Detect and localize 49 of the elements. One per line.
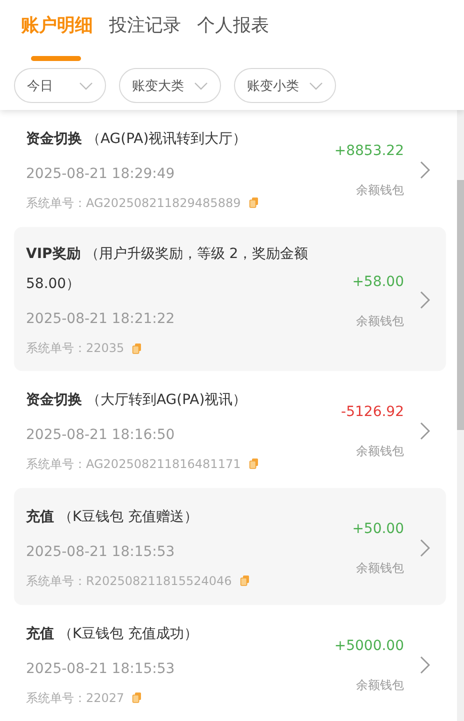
transaction-time: 2025-08-21 18:15:53 <box>26 660 176 678</box>
wallet-label: 余额钱包 <box>355 312 404 330</box>
chevron-right-icon <box>420 422 430 440</box>
amount: +50.00 <box>352 520 404 539</box>
transaction-time: 2025-08-21 18:15:53 <box>26 542 176 562</box>
chevron-right-icon <box>420 160 430 178</box>
wallet-label: 余额钱包 <box>355 443 404 460</box>
transaction-time: 2025-08-21 18:16:50 <box>26 426 176 444</box>
tab[interactable]: 投注记录 <box>109 13 181 57</box>
transaction-title: 充值 （K豆钱包 充值成功） <box>26 624 200 644</box>
chevron-right-icon <box>420 291 430 309</box>
order-number: 系统单号：AG202508211829485889 <box>26 194 241 212</box>
filter-dropdown[interactable]: 今日 <box>14 68 106 103</box>
copy-icon[interactable] <box>132 342 142 354</box>
copy-icon[interactable] <box>132 692 142 703</box>
scrollbar[interactable] <box>457 110 464 721</box>
transaction-card[interactable]: 资金切换 （AG(PA)视讯转到大厅） 2025-08-21 18:29:49 系统单号：AG202508211829485889 +8853.22 余额钱包 <box>14 110 446 227</box>
transaction-title: VIP奖励 （用户升级奖励，等级 2，奖励金额 58.00） <box>26 245 310 294</box>
transaction-card[interactable]: 充值 （K豆钱包 充值赠送） 2025-08-21 18:15:53 系统单号：R202508211815524046 +50.00 余额钱包 <box>14 488 446 605</box>
copy-icon[interactable] <box>248 458 259 469</box>
wallet-label: 余额钱包 <box>355 560 404 577</box>
wallet-label: 余额钱包 <box>355 182 404 199</box>
transaction-time: 2025-08-21 18:21:22 <box>26 310 176 329</box>
amount: +8853.22 <box>334 142 404 161</box>
amount: +58.00 <box>352 272 404 292</box>
filter-dropdown[interactable]: 账变大类 <box>119 68 221 103</box>
order-number: 系统单号：22027 <box>26 690 124 706</box>
amount: -5126.92 <box>341 403 404 422</box>
copy-icon[interactable] <box>240 575 250 586</box>
chevron-right-icon <box>420 656 430 674</box>
filter-dropdown[interactable]: 账变小类 <box>234 68 336 103</box>
transaction-time: 2025-08-21 18:29:49 <box>26 164 176 184</box>
transaction-card[interactable]: 充值 （K豆钱包 充值成功） 2025-08-21 18:15:53 系统单号：22027 +5000.00 余额钱包 <box>14 605 446 721</box>
order-number: 系统单号：AG202508211816481171 <box>26 456 241 472</box>
order-number: 系统单号：R202508211815524046 <box>26 572 232 590</box>
transaction-title: 充值 （K豆钱包 充值赠送） <box>26 508 200 526</box>
transaction-card[interactable]: VIP奖励 （用户升级奖励，等级 2，奖励金额 58.00） 2025-08-21 18:21:22 系统单号：22035 +58.00 余额钱包 <box>14 227 446 371</box>
transaction-card[interactable]: 资金切换 （大厅转到AG(PA)视讯） 2025-08-21 18:16:50 系统单号：AG202508211816481171 -5126.92 余额钱包 <box>14 371 446 488</box>
order-number: 系统单号：22035 <box>26 340 124 357</box>
chevron-down-icon <box>79 82 93 90</box>
tab[interactable]: 个人报表 <box>197 13 269 57</box>
amount: +5000.00 <box>334 637 404 656</box>
chevron-right-icon <box>420 538 430 556</box>
transaction-title: 资金切换 （AG(PA)视讯转到大厅） <box>26 130 248 148</box>
chevron-down-icon <box>309 82 323 90</box>
copy-icon[interactable] <box>248 197 259 208</box>
transaction-title: 资金切换 （大厅转到AG(PA)视讯） <box>26 390 248 410</box>
chevron-down-icon <box>194 82 208 90</box>
wallet-label: 余额钱包 <box>355 677 404 694</box>
